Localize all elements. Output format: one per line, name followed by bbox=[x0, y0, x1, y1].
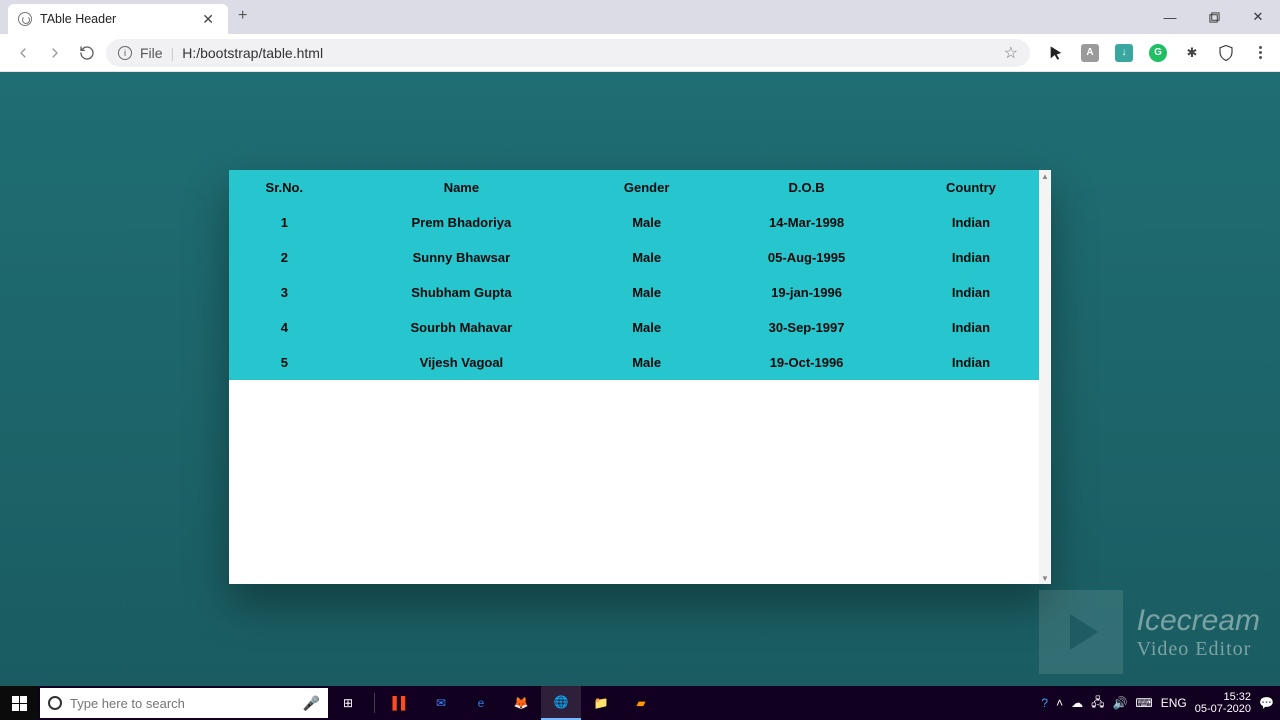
table-cell: Male bbox=[583, 205, 710, 240]
grammarly-ext-icon[interactable]: G bbox=[1148, 43, 1168, 63]
browser-tab[interactable]: TAble Header ✕ bbox=[8, 4, 228, 34]
table-cell: Indian bbox=[903, 205, 1039, 240]
help-icon[interactable]: ? bbox=[1041, 696, 1048, 710]
table-cell: Male bbox=[583, 345, 710, 380]
taskbar-search[interactable]: 🎤 bbox=[40, 688, 328, 718]
table-row: 4Sourbh MahavarMale30-Sep-1997Indian bbox=[229, 310, 1039, 345]
extensions-puzzle-icon[interactable]: ✱ bbox=[1182, 43, 1202, 63]
table-cell: Shubham Gupta bbox=[340, 275, 583, 310]
table-header: Sr.No. bbox=[229, 170, 340, 205]
play-icon bbox=[1039, 590, 1123, 674]
edge-icon[interactable]: e bbox=[461, 686, 501, 720]
table-cell: 1 bbox=[229, 205, 340, 240]
watermark: Icecream Video Editor bbox=[1039, 590, 1260, 674]
file-scheme-label: File bbox=[140, 45, 163, 61]
scrollbar[interactable]: ▲ ▼ bbox=[1039, 170, 1051, 584]
onedrive-icon[interactable]: ☁ bbox=[1071, 696, 1083, 710]
table-cell: Male bbox=[583, 240, 710, 275]
kebab-menu-icon[interactable] bbox=[1250, 43, 1270, 63]
table-cell: Male bbox=[583, 310, 710, 345]
network-icon[interactable]: 🖧 bbox=[1091, 693, 1104, 714]
table-cell: Vijesh Vagoal bbox=[340, 345, 583, 380]
adobe-ext-icon[interactable]: A bbox=[1080, 43, 1100, 63]
start-button[interactable] bbox=[0, 686, 38, 720]
tab-title: TAble Header bbox=[40, 12, 192, 26]
office-icon[interactable]: ▌▌ bbox=[381, 686, 421, 720]
close-tab-button[interactable]: ✕ bbox=[200, 11, 216, 28]
language-indicator[interactable]: ENG bbox=[1161, 696, 1187, 710]
table-header: Country bbox=[903, 170, 1039, 205]
table-cell: Indian bbox=[903, 240, 1039, 275]
table-row: 3Shubham GuptaMale19-jan-1996Indian bbox=[229, 275, 1039, 310]
table-cell: 30-Sep-1997 bbox=[710, 310, 903, 345]
table-cell: Indian bbox=[903, 275, 1039, 310]
new-tab-button[interactable]: + bbox=[238, 7, 247, 27]
table-cell: Sunny Bhawsar bbox=[340, 240, 583, 275]
table-cell: 14-Mar-1998 bbox=[710, 205, 903, 240]
table-cell: 3 bbox=[229, 275, 340, 310]
table-row: 2Sunny BhawsarMale05-Aug-1995Indian bbox=[229, 240, 1039, 275]
table-cell: Indian bbox=[903, 345, 1039, 380]
cursor-ext-icon[interactable] bbox=[1046, 43, 1066, 63]
watermark-line1: Icecream bbox=[1137, 604, 1260, 638]
table-row: 1Prem BhadoriyaMale14-Mar-1998Indian bbox=[229, 205, 1039, 240]
scroll-down-icon[interactable]: ▼ bbox=[1039, 572, 1051, 584]
forward-button[interactable] bbox=[42, 40, 68, 66]
idm-ext-icon[interactable]: ↓ bbox=[1114, 43, 1134, 63]
bookmark-star-icon[interactable]: ☆ bbox=[1004, 43, 1018, 63]
info-icon: i bbox=[118, 46, 132, 60]
table-cell: 19-Oct-1996 bbox=[710, 345, 903, 380]
watermark-line2: Video Editor bbox=[1137, 638, 1260, 661]
table-cell: 2 bbox=[229, 240, 340, 275]
table-cell: 5 bbox=[229, 345, 340, 380]
content-panel: Sr.No.NameGenderD.O.BCountry 1Prem Bhado… bbox=[229, 170, 1051, 584]
window-maximize-button[interactable] bbox=[1192, 0, 1236, 34]
window-minimize-button[interactable]: — bbox=[1148, 0, 1192, 34]
table-cell: 19-jan-1996 bbox=[710, 275, 903, 310]
scroll-up-icon[interactable]: ▲ bbox=[1039, 170, 1051, 182]
keyboard-icon[interactable]: ⌨ bbox=[1135, 696, 1152, 710]
url-text: H:/bootstrap/table.html bbox=[182, 45, 323, 61]
mail-icon[interactable]: ✉ bbox=[421, 686, 461, 720]
back-button[interactable] bbox=[10, 40, 36, 66]
volume-icon[interactable]: 🔊 bbox=[1112, 696, 1127, 710]
window-close-button[interactable]: ✕ bbox=[1236, 0, 1280, 34]
table-row: 5Vijesh VagoalMale19-Oct-1996Indian bbox=[229, 345, 1039, 380]
globe-icon bbox=[18, 12, 32, 26]
sublime-icon[interactable]: ▰ bbox=[621, 686, 661, 720]
table-header: D.O.B bbox=[710, 170, 903, 205]
table-header: Name bbox=[340, 170, 583, 205]
chrome-icon[interactable]: 🌐 bbox=[541, 686, 581, 720]
shield-ext-icon[interactable] bbox=[1216, 43, 1236, 63]
table-cell: Prem Bhadoriya bbox=[340, 205, 583, 240]
table-cell: Indian bbox=[903, 310, 1039, 345]
data-table: Sr.No.NameGenderD.O.BCountry 1Prem Bhado… bbox=[229, 170, 1039, 380]
chevron-up-icon[interactable]: ˄ bbox=[1056, 696, 1063, 710]
search-input[interactable] bbox=[70, 696, 295, 711]
notifications-icon[interactable]: 💬 bbox=[1259, 696, 1274, 710]
table-cell: 4 bbox=[229, 310, 340, 345]
mic-icon[interactable]: 🎤 bbox=[303, 695, 320, 712]
table-cell: Male bbox=[583, 275, 710, 310]
table-cell: Sourbh Mahavar bbox=[340, 310, 583, 345]
explorer-icon[interactable]: 📁 bbox=[581, 686, 621, 720]
firefox-icon[interactable]: 🦊 bbox=[501, 686, 541, 720]
address-bar[interactable]: i File | H:/bootstrap/table.html ☆ bbox=[106, 39, 1030, 67]
reload-button[interactable] bbox=[74, 40, 100, 66]
table-header: Gender bbox=[583, 170, 710, 205]
table-cell: 05-Aug-1995 bbox=[710, 240, 903, 275]
search-icon bbox=[48, 696, 62, 710]
task-view-icon[interactable]: ⊞ bbox=[328, 686, 368, 720]
clock[interactable]: 15:32 05-07-2020 bbox=[1195, 691, 1251, 715]
